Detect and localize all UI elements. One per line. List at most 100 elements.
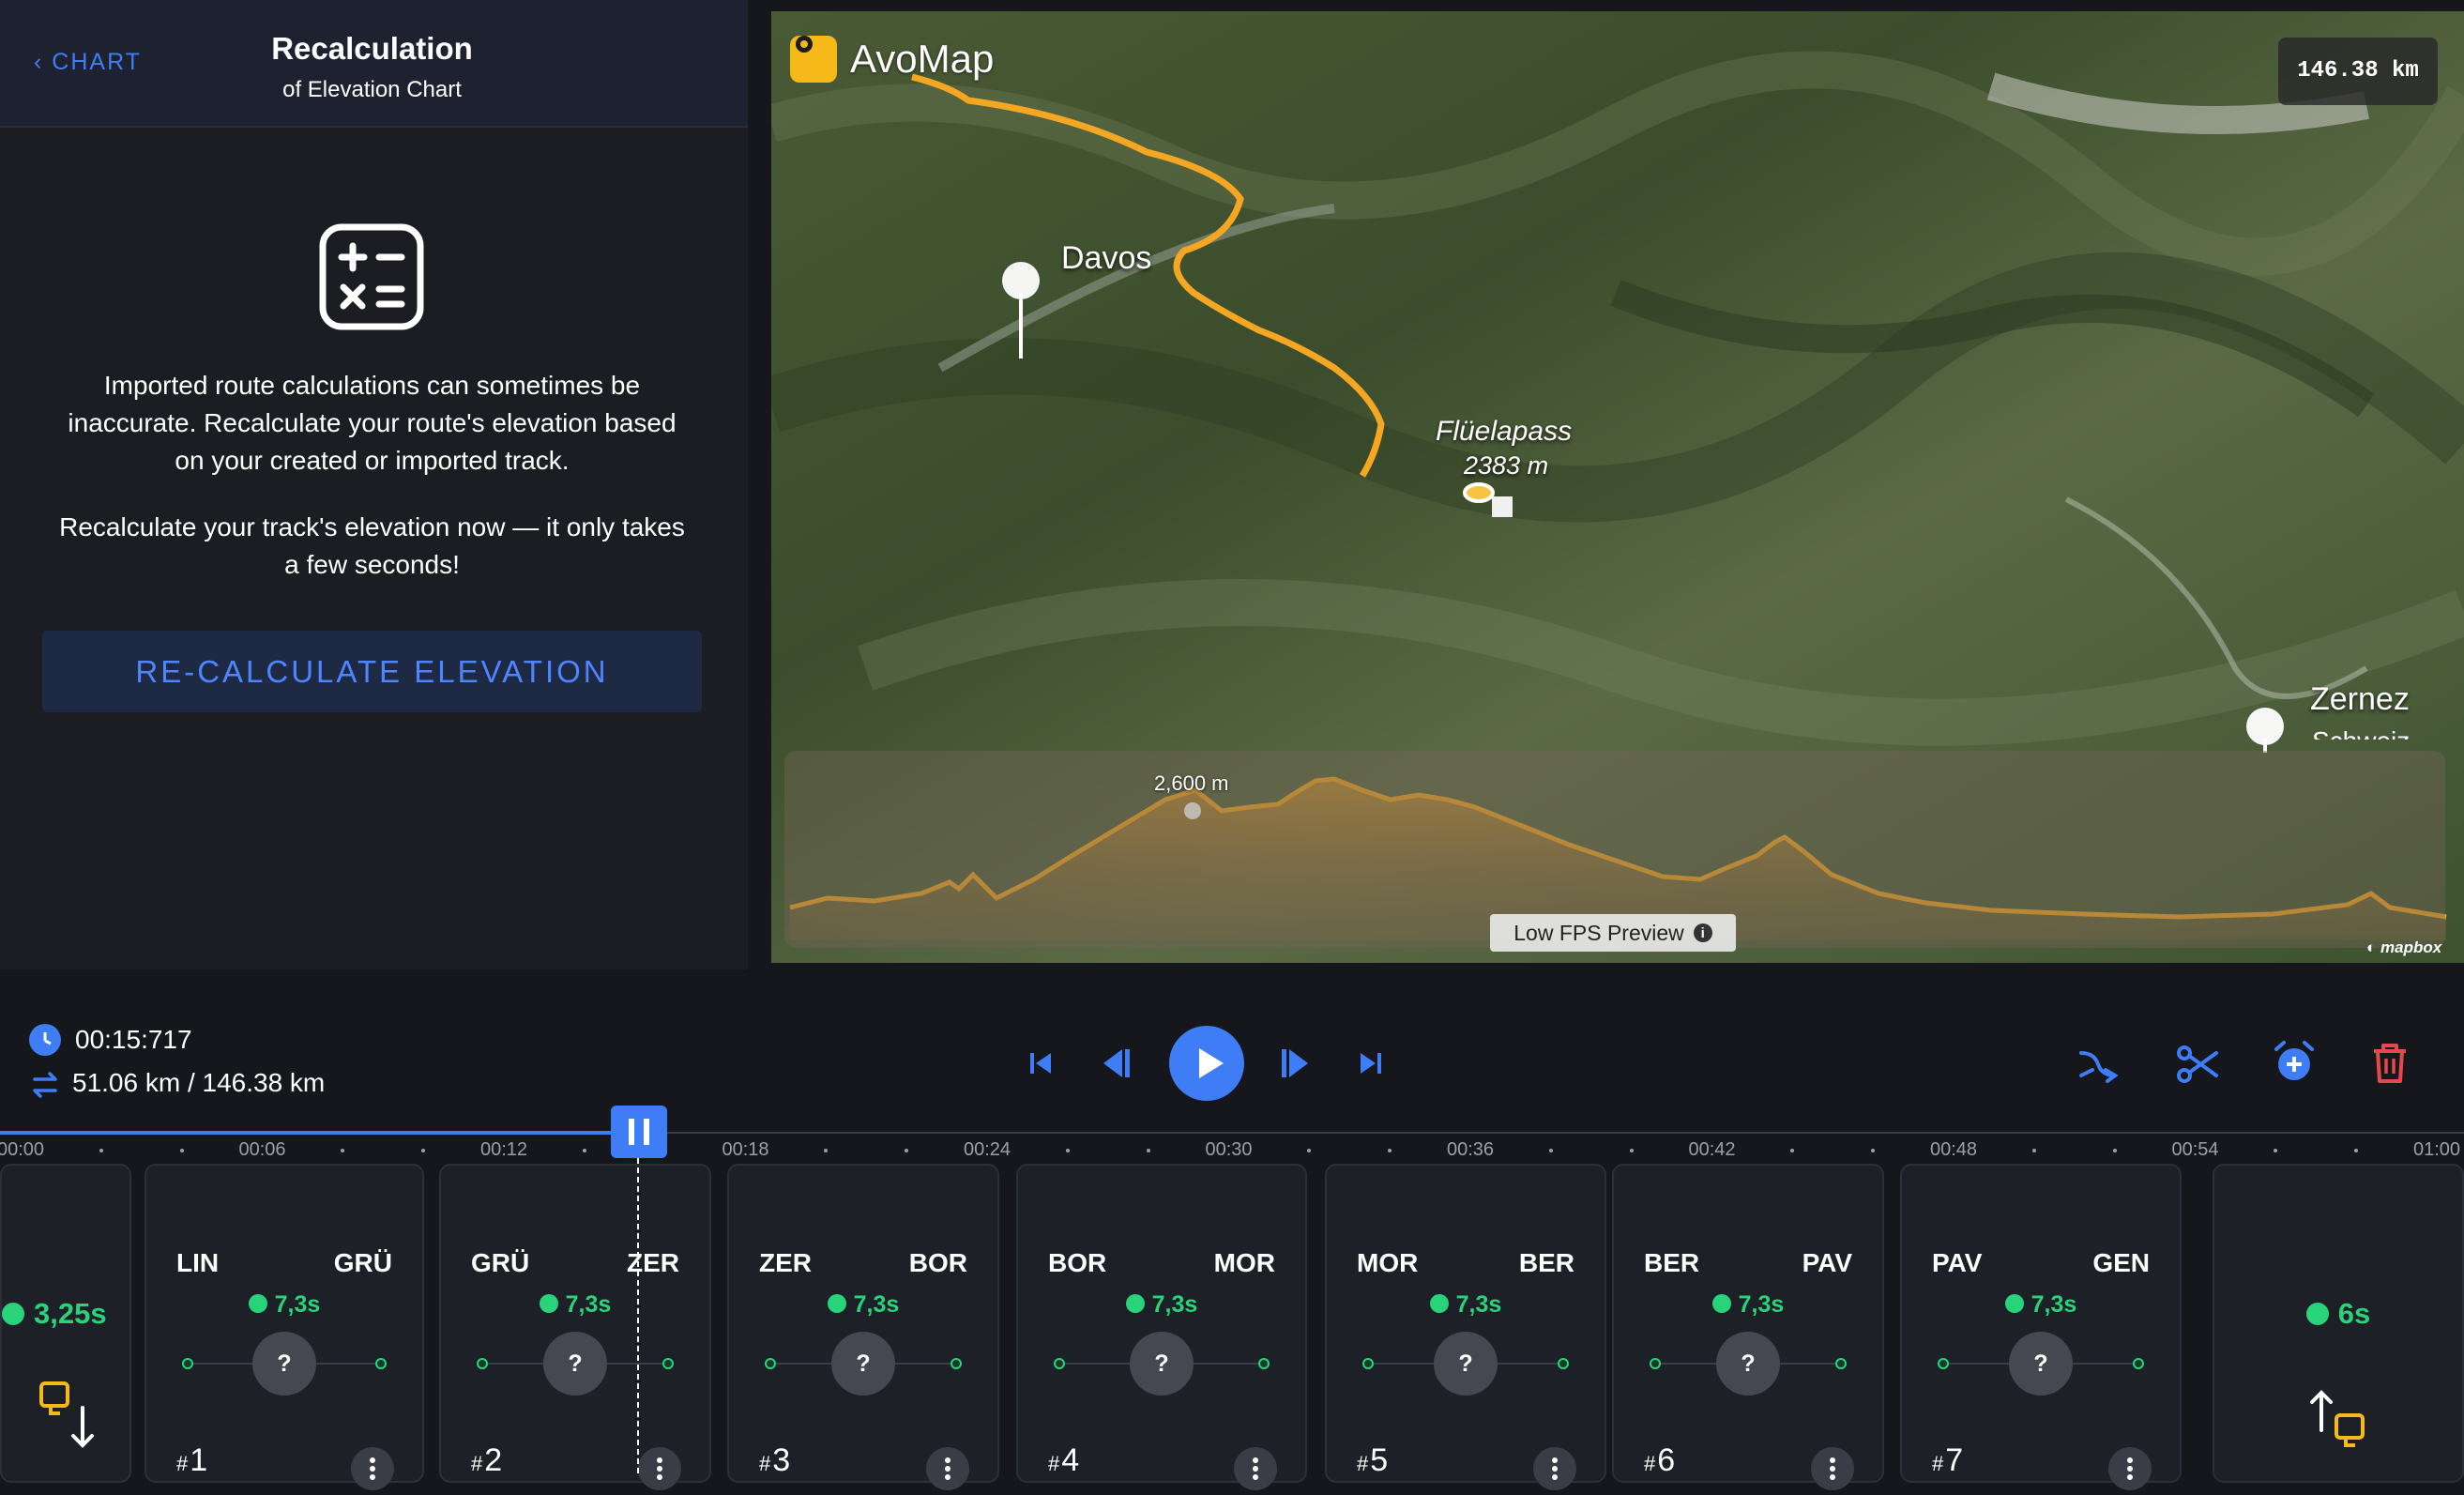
segment-from: LIN — [176, 1248, 220, 1277]
segment-end-dot — [951, 1358, 962, 1369]
transport-mode-button[interactable]: ? — [2009, 1332, 2073, 1396]
transport-mode-button[interactable]: ? — [1716, 1332, 1780, 1396]
timeline-tick-dot — [421, 1149, 426, 1152]
segment-menu-button[interactable] — [1811, 1447, 1854, 1490]
segment-number: #4 — [1048, 1442, 1080, 1478]
current-time: 00:15:717 — [75, 1025, 192, 1054]
timeline-tick-dot — [1388, 1149, 1392, 1152]
start-duration: 3,25s — [2, 1297, 107, 1331]
segment-start-dot — [1362, 1358, 1374, 1369]
play-button[interactable] — [1169, 1026, 1244, 1101]
segment-duration: 7,3s — [1614, 1291, 1882, 1319]
timeline-tick-label: 00:54 — [2171, 1139, 2219, 1160]
step-back-icon[interactable] — [1098, 1045, 1133, 1081]
segment-number-value: 6 — [1657, 1442, 1676, 1478]
segment-menu-button[interactable] — [1234, 1447, 1277, 1490]
pause-icon — [629, 1119, 649, 1145]
start-duration-value: 3,25s — [34, 1297, 107, 1330]
place-sublabel-zernez: Schweiz — [2312, 726, 2410, 740]
route-segment[interactable]: PAV GEN 7,3s? #7 — [1900, 1164, 2182, 1490]
timeline-tick-label: 00:06 — [238, 1139, 286, 1160]
timeline-tick-dot — [1065, 1149, 1070, 1152]
timeline-tick-dot — [1146, 1149, 1150, 1152]
brand-name: AvoMap — [850, 37, 995, 81]
more-vertical-icon — [945, 1457, 951, 1480]
timeline-tick-dot — [1871, 1149, 1876, 1152]
timeline-tick-dot — [1307, 1149, 1312, 1152]
mapbox-attribution-text: mapbox — [2380, 938, 2442, 956]
segment-menu-button[interactable] — [1533, 1447, 1576, 1490]
playhead-handle[interactable] — [611, 1106, 667, 1158]
more-vertical-icon — [1830, 1457, 1835, 1480]
pass-label-name: Flüelapass — [1436, 416, 1573, 447]
map-view[interactable]: AvoMap 146.38 km Davos Zernez Schweiz Fl… — [771, 11, 2464, 963]
low-fps-preview-badge[interactable]: Low FPS Preview i — [1490, 914, 1736, 952]
transport-mode-button[interactable]: ? — [543, 1332, 607, 1396]
trash-icon[interactable] — [2370, 1042, 2410, 1085]
segment-duration-value: 7,3s — [565, 1291, 612, 1318]
timeline-tick-label: 00:12 — [479, 1139, 528, 1160]
ease-out-icon — [2310, 1390, 2365, 1447]
segment-menu-button[interactable] — [2108, 1447, 2152, 1490]
transport-mode-button[interactable]: ? — [831, 1332, 895, 1396]
scissors-icon[interactable] — [2175, 1042, 2220, 1087]
ease-in-icon — [39, 1381, 94, 1448]
transport-mode-button[interactable]: ? — [1130, 1332, 1194, 1396]
add-alarm-icon[interactable] — [2273, 1040, 2316, 1085]
pass-label-elevation: 2383 m — [1464, 451, 1549, 480]
more-vertical-icon — [1552, 1457, 1558, 1480]
segment-duration-value: 7,3s — [2031, 1291, 2077, 1318]
segment-duration: 7,3s — [1018, 1291, 1305, 1319]
timeline-tick-label: 00:24 — [963, 1139, 1011, 1160]
segment-duration-value: 7,3s — [1455, 1291, 1502, 1318]
segment-from: PAV — [1932, 1248, 1983, 1277]
mapbox-attribution[interactable]: ◐ mapbox — [2366, 938, 2441, 957]
segment-menu-button[interactable] — [638, 1447, 681, 1490]
panel-subtitle: of Elevation Chart — [282, 77, 462, 102]
segment-start-dot — [765, 1358, 776, 1369]
route-icon[interactable] — [2077, 1044, 2119, 1085]
clock-icon — [539, 1294, 558, 1314]
step-forward-icon[interactable] — [1278, 1045, 1314, 1081]
segment-number: #3 — [759, 1442, 791, 1478]
place-label-zernez: Zernez — [2310, 681, 2410, 717]
route-segment[interactable]: MOR BER 7,3s? #5 — [1325, 1164, 1606, 1490]
segment-duration: 7,3s — [146, 1291, 422, 1319]
timeline-tick-dot — [582, 1149, 586, 1152]
route-segment[interactable]: LIN GRÜ 7,3s? #1 — [144, 1164, 424, 1490]
recalculate-elevation-button[interactable]: RE-CALCULATE ELEVATION — [42, 631, 702, 712]
timeline-tick-dot — [824, 1149, 829, 1152]
segment-to: ZER — [627, 1248, 679, 1277]
info-paragraph: Imported route calculations can sometime… — [68, 371, 677, 475]
end-segment[interactable]: 6s — [2213, 1164, 2464, 1483]
clock-icon — [2305, 1302, 2329, 1325]
skip-to-end-icon[interactable] — [1357, 1049, 1385, 1077]
transport-mode-button[interactable]: ? — [1434, 1332, 1498, 1396]
segment-to: PAV — [1802, 1248, 1852, 1277]
start-segment[interactable]: 3,25s — [0, 1164, 131, 1483]
timeline-tick-dot — [2274, 1149, 2278, 1152]
segment-menu-button[interactable] — [351, 1447, 394, 1490]
segment-to: GEN — [2092, 1248, 2150, 1277]
segment-menu-button[interactable] — [926, 1447, 969, 1490]
timeline-tick-dot — [2354, 1149, 2359, 1152]
play-icon — [1199, 1048, 1224, 1078]
more-vertical-icon — [1253, 1457, 1258, 1480]
clock-icon — [248, 1294, 267, 1314]
timeline-tick-label: 00:30 — [1205, 1139, 1253, 1160]
calculator-icon — [319, 223, 424, 330]
timeline-tick-dot — [2112, 1149, 2117, 1152]
info-icon[interactable]: i — [1693, 923, 1712, 942]
segment-duration-value: 7,3s — [1151, 1291, 1198, 1318]
route-segment[interactable]: GRÜ ZER 7,3s? #2 — [439, 1164, 711, 1490]
more-vertical-icon — [2127, 1457, 2133, 1480]
segment-from: BOR — [1048, 1248, 1107, 1277]
route-segment[interactable]: BOR MOR 7,3s? #4 — [1016, 1164, 1307, 1490]
route-segment[interactable]: BER PAV 7,3s? #6 — [1612, 1164, 1884, 1490]
route-segment[interactable]: ZER BOR 7,3s? #3 — [727, 1164, 999, 1490]
place-label-davos: Davos — [1061, 240, 1152, 276]
skip-to-start-icon[interactable] — [1027, 1049, 1055, 1077]
segment-duration: 7,3s — [1902, 1291, 2180, 1319]
transport-mode-button[interactable]: ? — [252, 1332, 316, 1396]
segment-start-dot — [182, 1358, 193, 1369]
